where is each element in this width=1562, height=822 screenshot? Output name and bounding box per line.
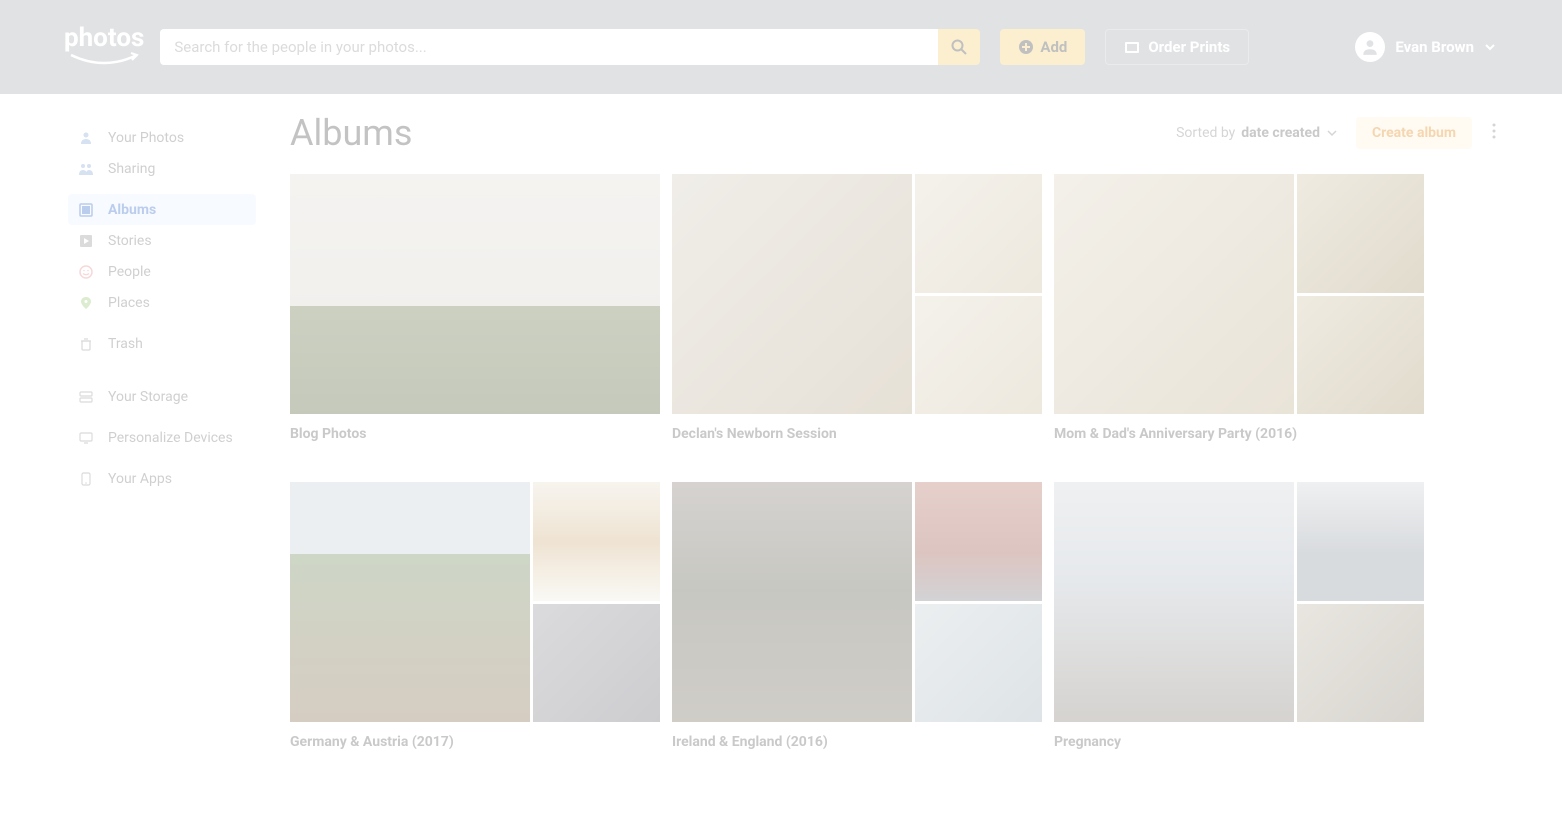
album-card[interactable]: Germany & Austria (2017) [290,482,660,750]
sort-value: date created [1241,125,1320,141]
album-title: Pregnancy [1054,734,1424,750]
create-album-button[interactable]: Create album [1356,117,1472,149]
plus-circle-icon [1018,39,1034,55]
album-title: Germany & Austria (2017) [290,734,660,750]
album-card[interactable]: Blog Photos [290,174,660,442]
storage-icon [78,389,94,405]
sidebar-item-label: Your Storage [108,389,188,405]
sidebar: Your Photos Sharing Albums Stories Peopl… [0,94,270,750]
page-header: Albums Sorted by date created Create alb… [290,112,1562,154]
sidebar-item-label: Sharing [108,161,155,177]
sort-prefix: Sorted by [1176,125,1235,141]
search-bar [160,29,980,65]
user-menu[interactable]: Evan Brown [1355,32,1496,62]
album-title: Ireland & England (2016) [672,734,1042,750]
trash-icon [78,336,94,352]
album-thumbnails [672,482,1042,722]
logo-swoosh-icon [69,51,139,69]
avatar-icon [1361,38,1379,56]
album-thumbnail [1054,482,1294,722]
sidebar-item-label: Trash [108,336,143,352]
smile-icon [78,264,94,280]
sidebar-item-label: Stories [108,233,152,249]
album-title: Mom & Dad's Anniversary Party (2016) [1054,426,1424,442]
album-icon [78,202,94,218]
more-vertical-icon [1492,123,1496,139]
pin-icon [78,295,94,311]
album-thumbnail [1054,174,1294,414]
app-header: photos Add Order Prints Evan Brown [0,0,1562,94]
app-logo[interactable]: photos [64,25,144,69]
album-thumbnails [672,174,1042,414]
album-thumbnail [672,482,912,722]
more-menu-button[interactable] [1486,117,1502,149]
album-thumbnail [672,174,912,414]
sidebar-item-personalize[interactable]: Personalize Devices [68,422,256,453]
sidebar-item-label: Your Apps [108,471,172,487]
sidebar-item-stories[interactable]: Stories [68,225,256,256]
album-thumbnails [290,174,660,414]
album-thumbnail [915,482,1042,601]
album-thumbnail [915,296,1042,415]
main-content: Albums Sorted by date created Create alb… [270,94,1562,750]
album-thumbnail [290,174,660,414]
album-card[interactable]: Pregnancy [1054,482,1424,750]
sidebar-item-people[interactable]: People [68,256,256,287]
album-thumbnail [1297,604,1424,723]
sidebar-item-label: Your Photos [108,130,184,146]
album-card[interactable]: Declan's Newborn Session [672,174,1042,442]
user-name: Evan Brown [1395,38,1474,56]
page-title: Albums [290,112,412,154]
album-thumbnails [290,482,660,722]
album-card[interactable]: Ireland & England (2016) [672,482,1042,750]
avatar [1355,32,1385,62]
album-thumbnail [1297,482,1424,601]
album-title: Blog Photos [290,426,660,442]
people-icon [78,161,94,177]
sort-dropdown[interactable]: Sorted by date created [1176,125,1338,141]
search-input[interactable] [160,29,938,65]
album-title: Declan's Newborn Session [672,426,1042,442]
sidebar-item-label: Albums [108,202,156,218]
search-icon [951,39,967,55]
order-prints-label: Order Prints [1148,38,1230,56]
devices-icon [78,430,94,446]
add-button[interactable]: Add [1000,29,1085,65]
prints-icon [1124,39,1140,55]
sidebar-item-apps[interactable]: Your Apps [68,463,256,494]
apps-icon [78,471,94,487]
album-thumbnail [533,604,660,723]
sidebar-item-label: People [108,264,151,280]
sidebar-item-sharing[interactable]: Sharing [68,153,256,184]
search-button[interactable] [938,29,980,65]
album-thumbnail [533,482,660,601]
logo-text: photos [64,25,144,51]
album-card[interactable]: Mom & Dad's Anniversary Party (2016) [1054,174,1424,442]
person-icon [78,130,94,146]
chevron-down-icon [1484,41,1496,53]
album-thumbnail [915,604,1042,723]
order-prints-button[interactable]: Order Prints [1105,29,1249,65]
albums-grid: Blog Photos Declan's Newborn Session [290,174,1562,750]
sidebar-item-storage[interactable]: Your Storage [68,381,256,412]
sidebar-item-albums[interactable]: Albums [68,194,256,225]
sidebar-item-your-photos[interactable]: Your Photos [68,122,256,153]
album-thumbnails [1054,482,1424,722]
album-thumbnail [290,482,530,722]
sidebar-item-label: Personalize Devices [108,430,233,446]
album-thumbnail [1297,296,1424,415]
sidebar-item-label: Places [108,295,150,311]
sidebar-item-trash[interactable]: Trash [68,328,256,359]
album-thumbnail [1297,174,1424,293]
sidebar-item-places[interactable]: Places [68,287,256,318]
play-icon [78,233,94,249]
add-label: Add [1040,38,1067,56]
album-thumbnail [915,174,1042,293]
album-thumbnails [1054,174,1424,414]
chevron-down-icon [1326,127,1338,139]
